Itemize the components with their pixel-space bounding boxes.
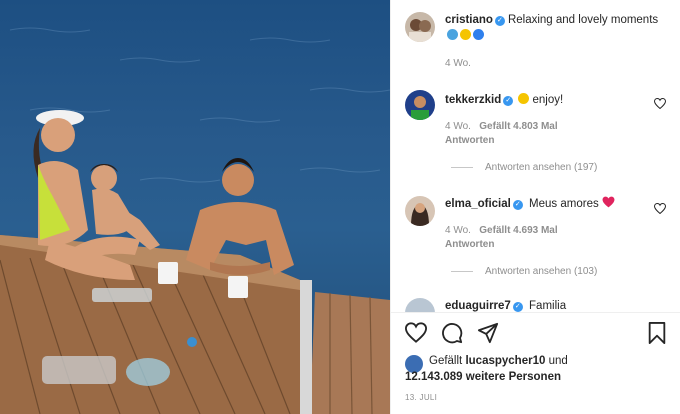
blue-heart-emoji-icon xyxy=(473,29,484,40)
verified-badge-icon: ✓ xyxy=(512,200,523,210)
post-details-panel: cristiano ✓ Relaxing and lovely moments 4 … xyxy=(390,0,680,414)
comment-1-avatar[interactable] xyxy=(405,90,435,120)
replies-divider xyxy=(451,271,473,272)
view-replies-label: Antworten ansehen (197) xyxy=(485,162,598,173)
post-caption: cristiano ✓ Relaxing and lovely moments xyxy=(445,12,671,44)
comment-1-username[interactable]: tekkerzkid xyxy=(445,94,501,106)
post-actions-section: Gefällt lucaspycher10 und 12.143.089 wei… xyxy=(391,312,680,414)
comment-2: elma_oficial ✓ Meus amores xyxy=(445,196,615,212)
share-icon[interactable] xyxy=(477,322,499,344)
comment-2-avatar[interactable] xyxy=(405,196,435,226)
comment-1-age: 4 Wo. xyxy=(445,121,471,132)
post-photo[interactable] xyxy=(0,0,390,414)
instagram-post-modal: cristiano ✓ Relaxing and lovely moments 4 … xyxy=(0,0,680,414)
comment-2-text: Meus amores xyxy=(529,198,599,210)
comment-3-text: Familia xyxy=(529,300,567,312)
avatar-image-icon xyxy=(411,96,429,120)
comment-icon[interactable] xyxy=(441,322,463,344)
caption-username[interactable]: cristiano xyxy=(445,14,493,26)
caption-text: Relaxing and lovely moments xyxy=(507,14,659,26)
verified-badge-icon: ✓ xyxy=(503,96,514,106)
liked-by-line: Gefällt lucaspycher10 und xyxy=(429,353,568,369)
replies-divider xyxy=(451,167,473,168)
liked-by-prefix: Gefällt xyxy=(429,355,463,367)
comment-1-like-heart-icon[interactable] xyxy=(654,98,666,109)
verified-badge-icon: ✓ xyxy=(494,16,505,26)
liked-by-count[interactable]: 12.143.089 weitere Personen xyxy=(405,371,561,383)
photo-illustration xyxy=(0,27,390,414)
comment-2-username[interactable]: elma_oficial xyxy=(445,198,511,210)
sunglasses-emoji-icon xyxy=(518,93,530,104)
avatar-image-icon xyxy=(409,19,431,42)
comment-1-view-replies[interactable]: Antworten ansehen (197) xyxy=(451,162,597,173)
heart-icon[interactable] xyxy=(405,322,427,343)
comment-2-reply[interactable]: Antworten xyxy=(445,239,494,250)
comment-2-meta: 4 Wo. Gefällt 4.693 Mal Antworten xyxy=(445,224,558,252)
verified-badge-icon: ✓ xyxy=(512,302,523,312)
sun-emoji-icon xyxy=(460,29,471,40)
comment-2-like-heart-icon[interactable] xyxy=(654,203,666,214)
avatar-image-icon xyxy=(411,203,429,226)
post-date[interactable]: 13. JULI xyxy=(405,393,437,402)
red-heart-emoji-icon xyxy=(602,196,615,208)
comment-1-text: enjoy! xyxy=(532,94,564,106)
comment-1-meta: 4 Wo. Gefällt 4.803 Mal Antworten xyxy=(445,120,558,148)
liked-by-connector: und xyxy=(548,355,568,367)
comment-1-likes[interactable]: Gefällt 4.803 Mal xyxy=(479,121,557,132)
view-replies-label: Antworten ansehen (103) xyxy=(485,266,598,277)
comment-2-view-replies[interactable]: Antworten ansehen (103) xyxy=(451,266,597,277)
comment-3-username[interactable]: eduaguirre7 xyxy=(445,300,511,312)
comment-1-reply[interactable]: Antworten xyxy=(445,135,494,146)
comment-1: tekkerzkid ✓ enjoy! xyxy=(445,92,563,108)
liked-by-count-line: 12.143.089 weitere Personen xyxy=(405,369,561,385)
comment-2-age: 4 Wo. xyxy=(445,225,471,236)
bookmark-icon[interactable] xyxy=(647,322,667,344)
caption-age: 4 Wo. xyxy=(445,58,471,69)
comment-2-likes[interactable]: Gefällt 4.693 Mal xyxy=(479,225,557,236)
author-avatar[interactable] xyxy=(405,12,435,42)
liked-by-user[interactable]: lucaspycher10 xyxy=(465,355,545,367)
wave-emoji-icon xyxy=(447,29,458,40)
